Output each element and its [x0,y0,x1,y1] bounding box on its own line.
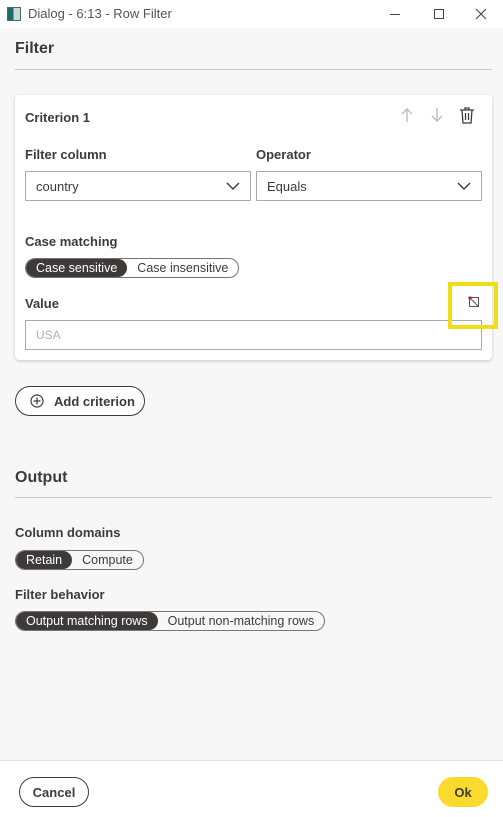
filter-behavior-label: Filter behavior [15,587,105,602]
highlight-annotation [448,282,498,329]
column-domains-label: Column domains [15,525,121,540]
operator-label: Operator [256,147,311,162]
retain-option[interactable]: Retain [16,551,73,569]
window-title: Dialog - 6:13 - Row Filter [28,6,172,21]
filter-column-select[interactable]: country [25,171,251,201]
value-input[interactable]: USA [25,320,482,350]
output-section-title: Output [15,469,68,486]
chevron-down-icon [226,182,240,190]
arrow-up-icon [401,108,413,122]
move-up-button[interactable] [397,105,417,125]
compute-option[interactable]: Compute [72,551,143,569]
maximize-icon [434,9,444,19]
case-matching-toggle: Case sensitive Case insensitive [25,258,240,278]
close-button[interactable] [458,0,503,28]
ok-button[interactable]: Ok [438,777,488,807]
filter-divider [15,69,492,70]
plus-circle-icon [30,394,44,408]
cancel-button[interactable]: Cancel [19,777,89,807]
output-divider [15,497,492,498]
case-sensitive-option[interactable]: Case sensitive [26,259,128,277]
operator-select[interactable]: Equals [256,171,482,201]
case-insensitive-option[interactable]: Case insensitive [127,259,238,277]
chevron-down-icon [457,182,471,190]
filter-column-value: country [36,178,79,194]
output-non-matching-option[interactable]: Output non-matching rows [158,612,325,630]
add-criterion-button[interactable]: Add criterion [15,386,145,416]
minimize-button[interactable] [372,0,418,28]
arrow-down-icon [431,108,443,122]
add-criterion-label: Add criterion [54,393,135,409]
column-domains-toggle: Retain Compute [15,550,144,570]
dialog-footer: Cancel Ok [0,760,503,817]
value-label: Value [25,296,59,311]
delete-criterion-button[interactable] [457,105,477,125]
case-matching-label: Case matching [25,234,118,249]
filter-section-title: Filter [15,40,55,57]
app-icon [7,7,21,21]
filter-behavior-toggle: Output matching rows Output non-matching… [15,611,326,631]
filter-column-label: Filter column [25,147,107,162]
move-down-button[interactable] [427,105,447,125]
operator-value: Equals [267,178,307,194]
criterion-title: Criterion 1 [25,110,91,125]
close-icon [475,8,487,20]
output-matching-option[interactable]: Output matching rows [16,612,158,630]
criterion-card: Criterion 1 Filter column country Operat… [15,95,492,360]
window-titlebar: Dialog - 6:13 - Row Filter [0,0,503,28]
maximize-button[interactable] [416,0,462,28]
trash-icon [460,107,474,124]
minimize-icon [390,13,400,15]
